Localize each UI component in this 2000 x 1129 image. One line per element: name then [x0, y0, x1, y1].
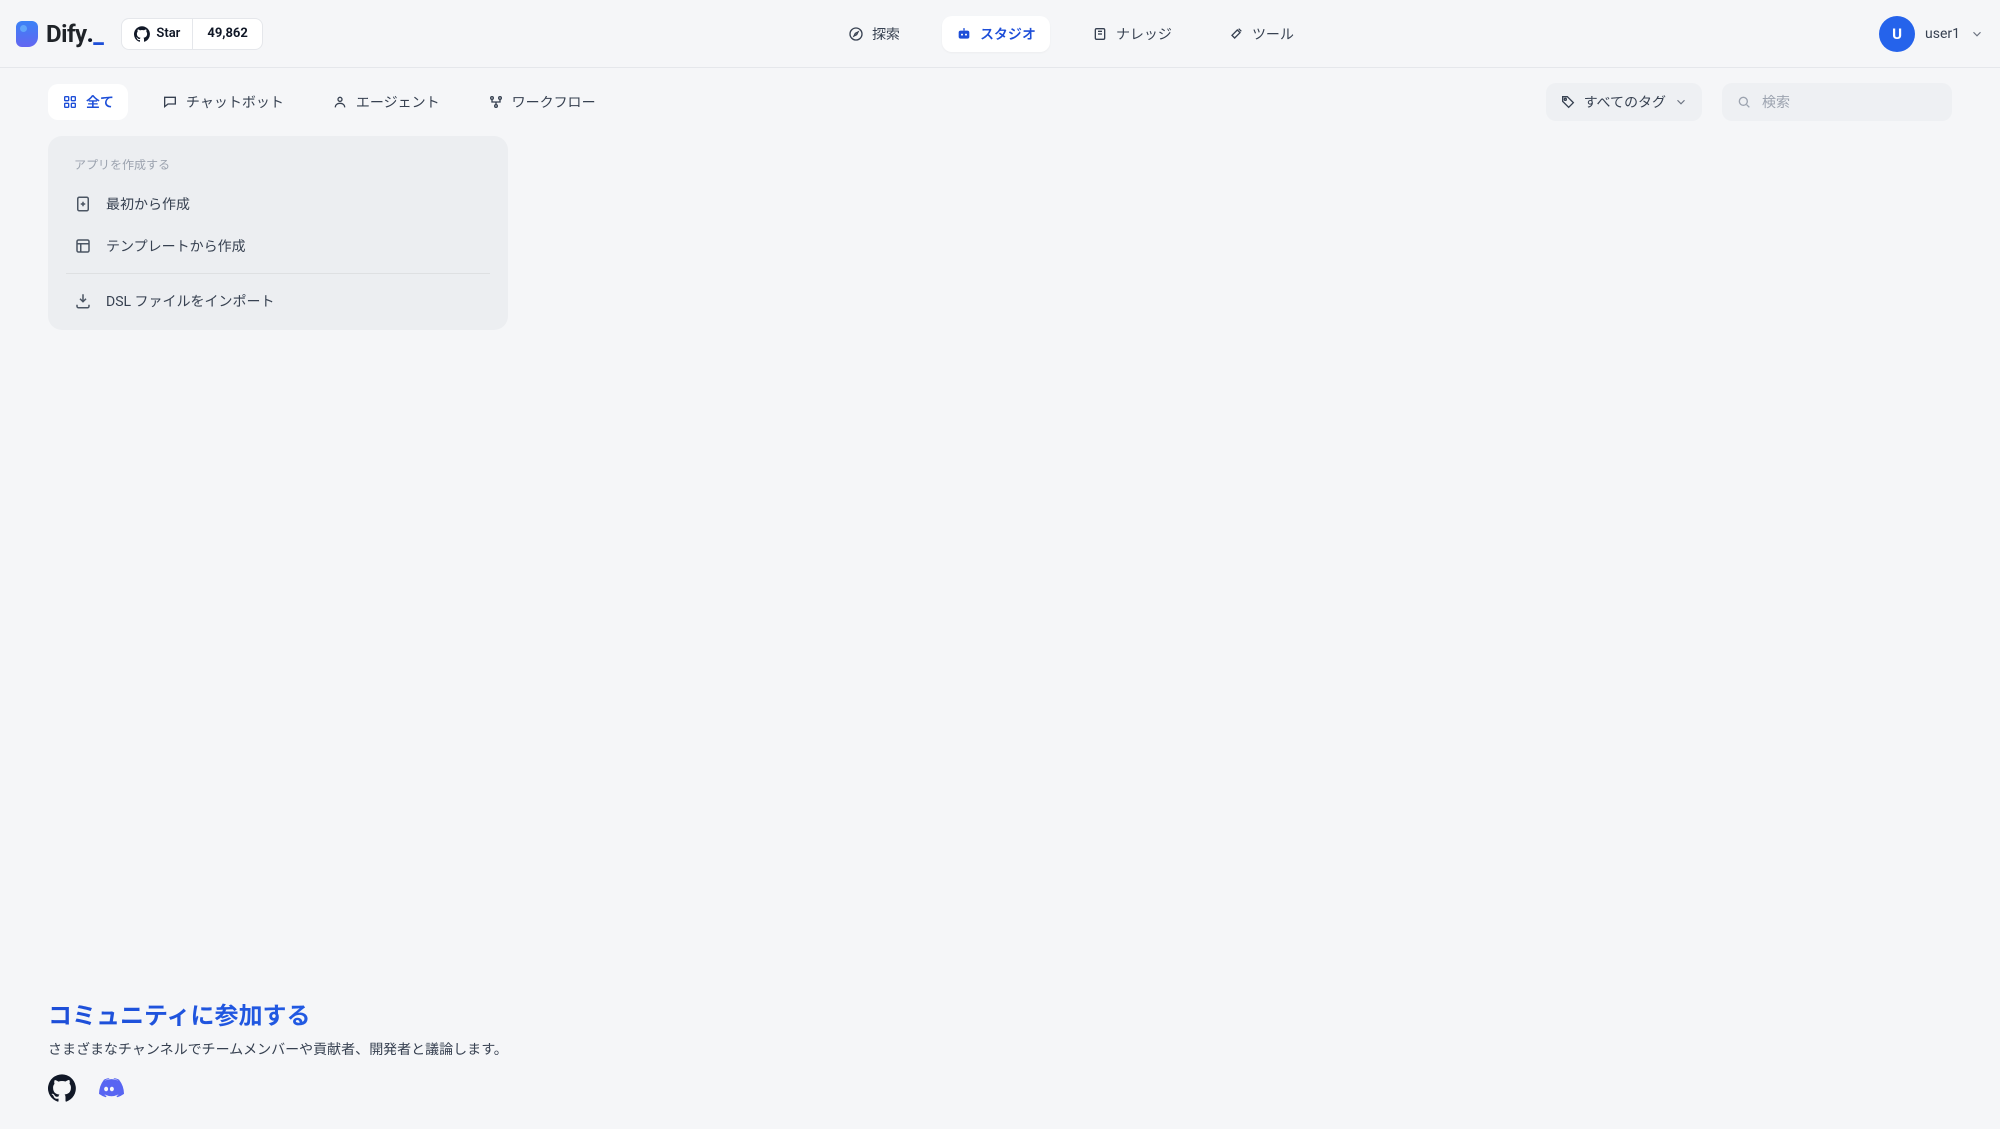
user-menu[interactable]: U user1: [1879, 16, 1984, 52]
hammer-icon: [1228, 26, 1244, 42]
filter-tab-workflow-label: ワークフロー: [512, 92, 596, 112]
top-nav: Dify._ Star 49,862 探索 スタジオ: [0, 0, 2000, 68]
github-star-count: 49,862: [193, 26, 262, 41]
nav-explore-label: 探索: [872, 24, 900, 44]
nav-studio-label: スタジオ: [980, 24, 1036, 44]
filter-tab-workflow[interactable]: ワークフロー: [474, 84, 610, 120]
community-discord-link[interactable]: [94, 1073, 124, 1103]
workflow-icon: [488, 94, 504, 110]
nav-studio[interactable]: スタジオ: [942, 16, 1050, 52]
filter-tab-all-label: 全て: [86, 92, 114, 112]
community-github-link[interactable]: [48, 1074, 76, 1102]
filter-tab-chatbot[interactable]: チャットボット: [148, 84, 298, 120]
discord-icon: [94, 1073, 124, 1103]
create-from-template-label: テンプレートから作成: [106, 236, 246, 256]
robot-icon: [956, 26, 972, 42]
content-area: アプリを作成する 最初から作成 テンプレートから作成 DSL ファイルをインポー…: [0, 136, 2000, 378]
nav-tools[interactable]: ツール: [1214, 16, 1308, 52]
tag-icon: [1560, 94, 1576, 110]
create-from-blank-label: 最初から作成: [106, 194, 190, 214]
tag-filter-dropdown[interactable]: すべてのタグ: [1546, 83, 1702, 121]
file-plus-icon: [74, 195, 92, 213]
search-icon: [1736, 94, 1752, 110]
compass-icon: [848, 26, 864, 42]
import-dsl-label: DSL ファイルをインポート: [106, 291, 275, 311]
filter-tab-agent-label: エージェント: [356, 92, 440, 112]
user-name: user1: [1925, 26, 1960, 42]
book-icon: [1092, 26, 1108, 42]
nav-explore[interactable]: 探索: [834, 16, 914, 52]
main-nav: 探索 スタジオ ナレッジ ツール: [263, 16, 1879, 52]
search-field[interactable]: [1722, 83, 1952, 121]
logo-text: Dify._: [46, 22, 103, 46]
nav-knowledge-label: ナレッジ: [1116, 24, 1172, 44]
import-dsl[interactable]: DSL ファイルをインポート: [56, 280, 500, 322]
github-star-button[interactable]: Star 49,862: [121, 18, 262, 50]
import-icon: [74, 292, 92, 310]
filter-tab-agent[interactable]: エージェント: [318, 84, 454, 120]
divider: [66, 273, 490, 274]
avatar: U: [1879, 16, 1915, 52]
filter-tab-all[interactable]: 全て: [48, 84, 128, 120]
community-heading: コミュニティに参加する: [48, 996, 508, 1031]
create-from-template[interactable]: テンプレートから作成: [56, 225, 500, 267]
nav-tools-label: ツール: [1252, 24, 1294, 44]
github-star-label: Star: [156, 26, 180, 41]
github-icon: [134, 26, 150, 42]
search-input[interactable]: [1760, 93, 1945, 111]
grid-icon: [62, 94, 78, 110]
chevron-down-icon: [1970, 27, 1984, 41]
filter-tab-chatbot-label: チャットボット: [186, 92, 284, 112]
logo-mark-icon: [16, 21, 38, 47]
template-icon: [74, 237, 92, 255]
create-app-title: アプリを作成する: [56, 150, 500, 183]
github-icon: [48, 1074, 76, 1102]
community-subtext: さまざまなチャンネルでチームメンバーや貢献者、開発者と議論します。: [48, 1039, 508, 1059]
create-app-card: アプリを作成する 最初から作成 テンプレートから作成 DSL ファイルをインポー…: [48, 136, 508, 330]
logo[interactable]: Dify._: [16, 21, 109, 47]
community-section: コミュニティに参加する さまざまなチャンネルでチームメンバーや貢献者、開発者と議…: [48, 996, 508, 1103]
create-from-blank[interactable]: 最初から作成: [56, 183, 500, 225]
nav-knowledge[interactable]: ナレッジ: [1078, 16, 1186, 52]
chevron-down-icon: [1674, 95, 1688, 109]
filter-bar: 全て チャットボット エージェント ワークフロー すべてのタグ: [0, 68, 2000, 136]
tag-filter-label: すべてのタグ: [1584, 92, 1666, 112]
agent-icon: [332, 94, 348, 110]
chat-icon: [162, 94, 178, 110]
